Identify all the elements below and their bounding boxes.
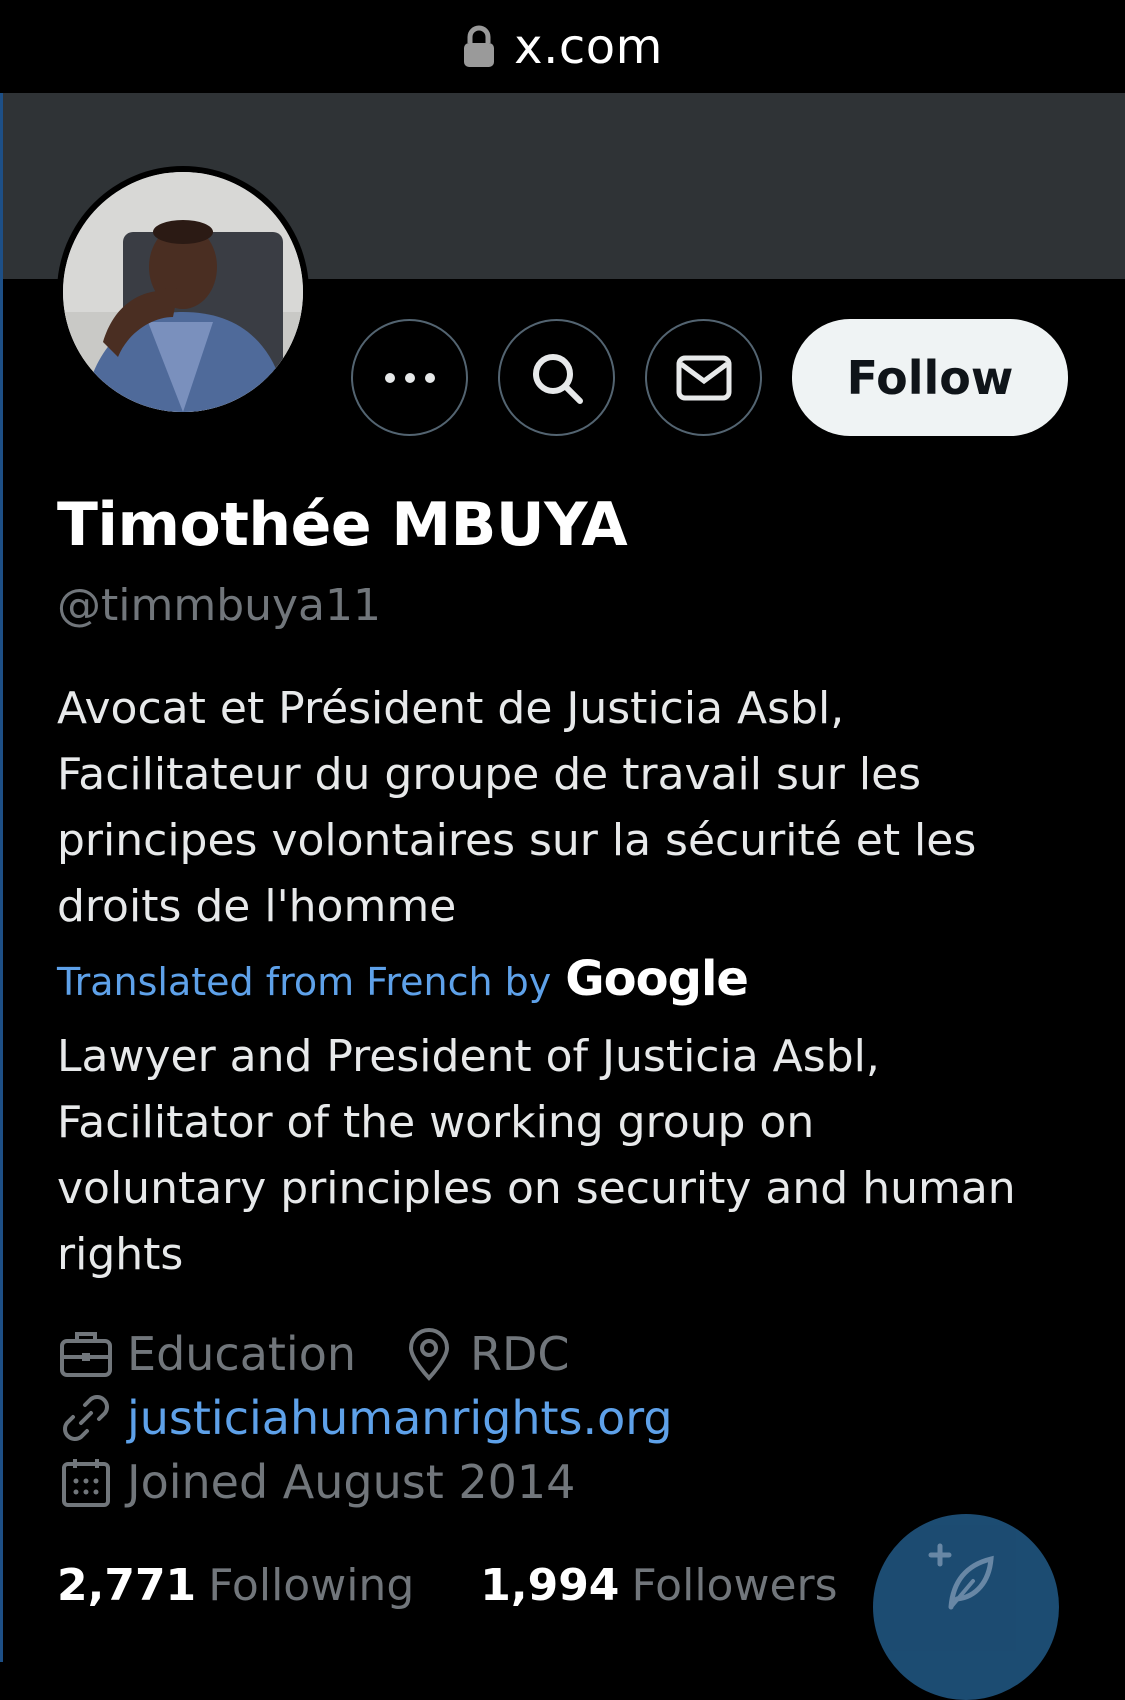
compose-button[interactable] <box>873 1514 1059 1700</box>
follow-stats: 2,771 Following 1,994 Followers <box>57 1560 838 1611</box>
translated-label: Translated from French by <box>57 960 552 1004</box>
website-link[interactable]: justiciahumanrights.org <box>127 1391 673 1445</box>
envelope-icon <box>676 355 731 400</box>
location-pin-icon <box>400 1325 458 1383</box>
avatar[interactable] <box>57 166 309 418</box>
briefcase-icon <box>57 1325 115 1383</box>
profile-location: RDC <box>470 1327 570 1381</box>
more-icon <box>384 372 435 383</box>
user-handle: @timmbuya11 <box>57 580 382 631</box>
follow-button[interactable]: Follow <box>792 319 1068 436</box>
bio-original: Avocat et Président de Justicia Asbl, Fa… <box>57 683 977 932</box>
lock-icon <box>462 25 496 69</box>
profile-meta-row-3: Joined August 2014 <box>57 1453 575 1511</box>
avatar-photo <box>63 172 303 412</box>
followers-stat[interactable]: 1,994 Followers <box>480 1560 837 1611</box>
display-name: Timothée MBUYA <box>57 490 628 560</box>
followers-count: 1,994 <box>480 1560 620 1611</box>
profile-category: Education <box>127 1327 357 1381</box>
followers-label: Followers <box>631 1560 838 1611</box>
following-count: 2,771 <box>57 1560 197 1611</box>
browser-url-bar[interactable]: x.com <box>0 0 1125 93</box>
url-text: x.com <box>514 18 663 75</box>
search-button[interactable] <box>498 319 615 436</box>
calendar-icon <box>57 1453 115 1511</box>
google-logo: Google <box>565 951 749 1007</box>
profile-meta-row-1: Education RDC <box>57 1325 570 1383</box>
bio-translated: Lawyer and President of Justicia Asbl, F… <box>57 1031 1016 1280</box>
more-button[interactable] <box>351 319 468 436</box>
following-label: Following <box>208 1560 415 1611</box>
message-button[interactable] <box>645 319 762 436</box>
search-icon <box>532 353 583 404</box>
link-icon <box>57 1389 115 1447</box>
joined-date: Joined August 2014 <box>127 1455 576 1509</box>
profile-meta-row-2: justiciahumanrights.org <box>57 1389 673 1447</box>
divider <box>0 279 3 1662</box>
translation-attribution[interactable]: Translated from French by Google <box>57 951 749 1007</box>
compose-feather-icon <box>928 1543 994 1610</box>
following-stat[interactable]: 2,771 Following <box>57 1560 414 1611</box>
